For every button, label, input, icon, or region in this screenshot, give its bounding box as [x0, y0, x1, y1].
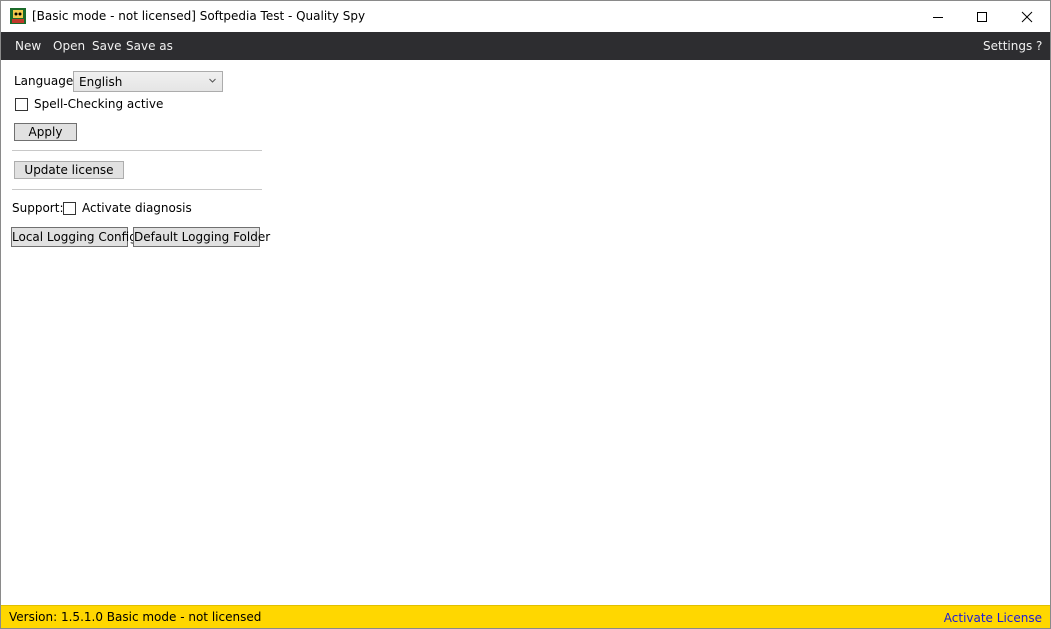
default-logging-folder-button[interactable]: Default Logging Folder	[133, 227, 270, 247]
update-license-button[interactable]: Update license	[14, 161, 124, 179]
minimize-button[interactable]	[915, 1, 961, 32]
maximize-icon	[977, 11, 987, 22]
app-logo-icon	[10, 8, 26, 24]
settings-panel: Language English Spell-Checking active A…	[1, 60, 1050, 605]
close-icon	[1021, 11, 1033, 22]
menu-new[interactable]: New	[15, 39, 41, 53]
diagnosis-checkbox[interactable]	[63, 202, 76, 215]
language-select-value: English	[79, 75, 123, 89]
apply-button[interactable]: Apply	[14, 123, 77, 141]
menu-settings[interactable]: Settings	[983, 39, 1032, 53]
minimize-icon	[933, 16, 943, 18]
app-window: [Basic mode - not licensed] Softpedia Te…	[0, 0, 1051, 629]
spellcheck-checkbox[interactable]	[15, 98, 28, 111]
window-title: [Basic mode - not licensed] Softpedia Te…	[32, 9, 366, 23]
chevron-down-icon	[209, 78, 216, 83]
close-button[interactable]	[1004, 1, 1050, 32]
menu-save-as[interactable]: Save as	[126, 39, 173, 53]
menu-bar: New Open Save Save as Settings ?	[1, 32, 1050, 60]
activate-license-link[interactable]: Activate License	[944, 611, 1042, 625]
maximize-button[interactable]	[959, 1, 1005, 32]
diagnosis-label: Activate diagnosis	[82, 201, 192, 215]
menu-open[interactable]: Open	[53, 39, 85, 53]
menu-save[interactable]: Save	[92, 39, 121, 53]
separator	[12, 150, 262, 151]
status-bar: Version: 1.5.1.0 Basic mode - not licens…	[1, 605, 1050, 628]
language-select[interactable]: English	[73, 71, 223, 92]
support-label: Support:	[12, 201, 64, 215]
language-label: Language	[14, 74, 74, 88]
spellcheck-label: Spell-Checking active	[34, 97, 164, 111]
menu-help[interactable]: ?	[1036, 39, 1042, 53]
version-status: Version: 1.5.1.0 Basic mode - not licens…	[9, 610, 262, 624]
local-logging-config-button[interactable]: Local Logging Config	[11, 227, 137, 247]
title-bar[interactable]: [Basic mode - not licensed] Softpedia Te…	[1, 1, 1050, 32]
separator	[12, 189, 262, 190]
